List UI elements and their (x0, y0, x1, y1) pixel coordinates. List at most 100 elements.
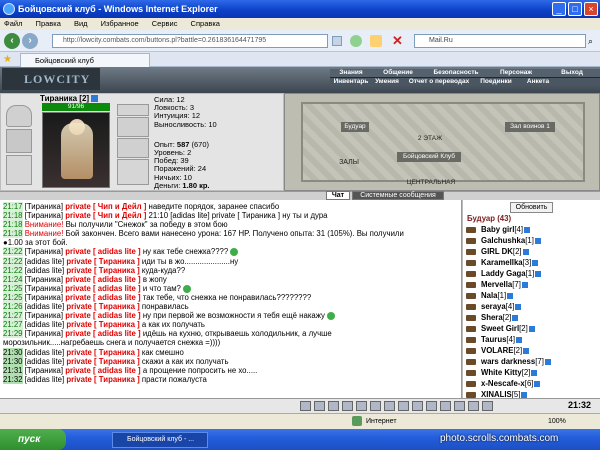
chat-time[interactable]: 21:30 (3, 347, 23, 357)
info-icon[interactable] (532, 259, 539, 266)
chat-sender[interactable]: [adidas lite] (25, 302, 64, 311)
info-icon[interactable] (531, 369, 538, 376)
toolbar-icon-8[interactable] (398, 401, 409, 411)
user-name[interactable]: Baby girl (481, 225, 514, 234)
user-name[interactable]: x-Nescafe-x (481, 379, 525, 388)
room-boudoir[interactable]: Будуар (341, 122, 369, 132)
toolbar-icon-11[interactable] (440, 401, 451, 411)
info-icon[interactable] (507, 292, 514, 299)
user-list-item[interactable]: GIRL DK[2] (463, 246, 600, 257)
user-list-item[interactable]: x-Nescafe-x[6] (463, 378, 600, 389)
nav-transfer-report[interactable]: Отчет о переводах (402, 78, 476, 86)
chat-time[interactable]: 21:17 (3, 202, 23, 211)
toolbar-icon-12[interactable] (454, 401, 465, 411)
nav-exit[interactable]: Выход (544, 69, 600, 77)
toolbar-icon-3[interactable] (328, 401, 339, 411)
chat-sender[interactable]: [Тираника] (25, 202, 63, 211)
chat-private[interactable]: private [ adidas lite ] (65, 311, 140, 320)
user-name[interactable]: Sweet Girl (481, 324, 519, 333)
search-input[interactable]: Mail.Ru (414, 34, 586, 48)
nav-character[interactable]: Персонаж (488, 69, 544, 77)
chat-sender[interactable]: [adidas lite] (25, 375, 64, 384)
nav-knowledge[interactable]: Знания (330, 69, 372, 77)
weapon-slot[interactable] (6, 155, 32, 185)
chat-private[interactable]: private [ adidas lite ] (65, 293, 140, 302)
toolbar-icon-2[interactable] (314, 401, 325, 411)
info-icon[interactable] (516, 336, 523, 343)
chat-private[interactable]: private [ Тираника ] (66, 302, 139, 311)
toolbar-icon-4[interactable] (342, 401, 353, 411)
chat-sender[interactable]: [Тираника] (25, 284, 63, 293)
chat-time[interactable]: 21:30 (3, 356, 23, 366)
user-name[interactable]: wars darkness (481, 357, 535, 366)
user-name[interactable]: Laddy Gaga (481, 269, 526, 278)
chat-time[interactable]: 21:32 (3, 374, 23, 384)
chat-sender[interactable]: [adidas lite] (25, 266, 64, 275)
user-list-item[interactable]: wars darkness[7] (463, 356, 600, 367)
start-button[interactable]: пуск (0, 429, 66, 450)
info-icon[interactable] (512, 314, 519, 321)
menu-tools[interactable]: Сервис (152, 19, 178, 28)
chat-private[interactable]: private [ Тираника ] (66, 348, 139, 357)
user-list-item[interactable]: Sweet Girl[2] (463, 323, 600, 334)
chat-private[interactable]: private [ Тираника ] (66, 320, 139, 329)
chat-sender[interactable]: [Тираника] (25, 366, 63, 375)
user-name[interactable]: VOLARE (481, 346, 514, 355)
tab-system-messages[interactable]: Системные сообщения (352, 191, 444, 200)
nav-profile[interactable]: Анкета (516, 78, 560, 86)
user-list-item[interactable]: Galchushka[1] (463, 235, 600, 246)
chat-private[interactable]: private [ Тираника ] (66, 257, 139, 266)
nav-security[interactable]: Безопасность (424, 69, 488, 77)
chat-time[interactable]: 21:22 (3, 265, 23, 275)
search-icon[interactable]: ⌕ (588, 36, 593, 47)
user-list-item[interactable]: Taurus[4] (463, 334, 600, 345)
info-icon[interactable] (544, 358, 551, 365)
user-list-item[interactable]: VOLARE[2] (463, 345, 600, 356)
chat-time[interactable]: 21:29 (3, 329, 23, 339)
chat-sender[interactable]: [Тираника] (25, 275, 63, 284)
toolbar-icon-5[interactable] (356, 401, 367, 411)
user-name[interactable]: Taurus (481, 335, 506, 344)
chat-time[interactable]: 21:25 (3, 292, 23, 302)
room-fight-club[interactable]: Бойцовский Клуб (397, 152, 461, 162)
toolbar-icon-10[interactable] (426, 401, 437, 411)
chat-private[interactable]: private [ Тираника ] (66, 357, 139, 366)
chat-time[interactable]: 21:18 (3, 211, 23, 221)
chat-private[interactable]: private [ adidas lite ] (65, 366, 140, 375)
toolbar-icon-7[interactable] (384, 401, 395, 411)
info-icon[interactable] (535, 270, 542, 277)
toolbar-icon-13[interactable] (468, 401, 479, 411)
info-icon[interactable] (522, 248, 529, 255)
user-name[interactable]: Galchushka (481, 236, 525, 245)
armor-slot[interactable] (6, 129, 32, 153)
chat-time[interactable]: 21:25 (3, 283, 23, 293)
info-icon[interactable] (521, 281, 528, 288)
user-name[interactable]: Karamellka (481, 258, 523, 267)
maximize-button[interactable]: □ (568, 2, 582, 16)
chat-time[interactable]: 21:26 (3, 302, 23, 312)
chat-sender[interactable]: [Тираника] (25, 247, 63, 256)
minimize-button[interactable]: _ (552, 2, 566, 16)
user-name[interactable]: Shera (481, 313, 503, 322)
info-icon[interactable] (524, 226, 531, 233)
chat-private[interactable]: private [ Чип и Дейл ] (65, 202, 146, 211)
chat-sender[interactable]: [Тираника] (25, 293, 63, 302)
close-button[interactable]: × (584, 2, 598, 16)
refresh-icon[interactable] (350, 35, 362, 47)
ring-slot[interactable] (117, 104, 149, 116)
chat-private[interactable]: private [ adidas lite ] (65, 275, 140, 284)
chat-sender[interactable]: [adidas lite] (25, 357, 64, 366)
room-warriors-hall[interactable]: Зал воинов 1 (505, 122, 555, 132)
menu-favorites[interactable]: Избранное (101, 19, 139, 28)
chat-sender[interactable]: [Тираника] (25, 311, 63, 320)
chat-time[interactable]: 21:22 (3, 247, 23, 257)
info-icon[interactable] (523, 347, 530, 354)
info-icon[interactable] (91, 95, 99, 103)
user-list-item[interactable]: Laddy Gaga[1] (463, 268, 600, 279)
user-list-item[interactable]: Shera[2] (463, 312, 600, 323)
menu-edit[interactable]: Правка (36, 19, 61, 28)
nav-skills[interactable]: Умения (372, 78, 402, 86)
chat-time[interactable]: 21:31 (3, 365, 23, 375)
nav-battles[interactable]: Поединки (476, 78, 516, 86)
chat-private[interactable]: private [ Чип и Дейл ] (65, 211, 146, 220)
